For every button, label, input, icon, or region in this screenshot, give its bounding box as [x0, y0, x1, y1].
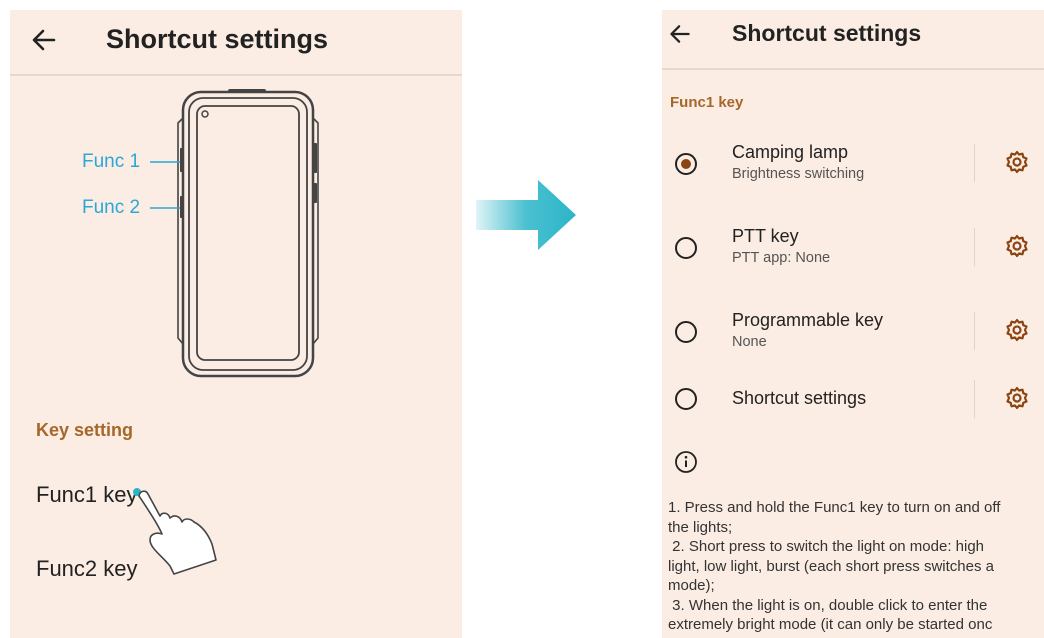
- func2-label: Func 2: [82, 197, 141, 218]
- gear-icon[interactable]: [1005, 234, 1029, 263]
- key-setting-header: Key setting: [36, 420, 134, 440]
- hand-pointer-icon: [133, 488, 217, 575]
- phone-illustration: [150, 89, 319, 378]
- func1-label: Func 1: [82, 151, 141, 172]
- option-camping-lamp[interactable]: Camping lamp Brightness switching: [662, 138, 1044, 198]
- divider: [974, 312, 975, 350]
- page-title: Shortcut settings: [732, 20, 922, 46]
- option-title: PTT key: [732, 226, 799, 246]
- gear-icon[interactable]: [1005, 386, 1029, 415]
- right-screen: Shortcut settings Func1 key Camping lamp…: [662, 10, 1044, 638]
- gear-icon[interactable]: [1005, 150, 1029, 179]
- option-subtitle: Brightness switching: [732, 166, 865, 182]
- app-bar: Shortcut settings: [10, 10, 462, 76]
- back-arrow-icon[interactable]: [30, 26, 58, 59]
- page-title: Shortcut settings: [106, 24, 329, 54]
- option-subtitle: PTT app: None: [732, 250, 831, 266]
- func1-key-item[interactable]: Func1 key: [36, 482, 138, 508]
- divider: [974, 228, 975, 266]
- radio-icon[interactable]: [675, 153, 697, 175]
- option-title: Camping lamp: [732, 142, 849, 162]
- option-title: Programmable key: [732, 310, 884, 330]
- back-arrow-icon[interactable]: [668, 22, 692, 51]
- option-programmable-key[interactable]: Programmable key None: [662, 306, 1044, 366]
- gear-icon[interactable]: [1005, 318, 1029, 347]
- instructions-text: 1. Press and hold the Func1 key to turn …: [668, 499, 1001, 638]
- option-subtitle: None: [732, 334, 767, 350]
- radio-icon[interactable]: [675, 388, 697, 410]
- radio-icon[interactable]: [675, 321, 697, 343]
- func1-key-header: Func1 key: [670, 94, 744, 111]
- option-ptt-key[interactable]: PTT key PTT app: None: [662, 222, 1044, 282]
- radio-icon[interactable]: [675, 237, 697, 259]
- left-screen: Shortcut settings Func 1 Func 2 Key sett…: [10, 10, 462, 638]
- transition-arrow-icon: [476, 180, 576, 250]
- info-icon: [674, 450, 698, 479]
- option-title: Shortcut settings: [732, 388, 867, 408]
- option-shortcut-settings[interactable]: Shortcut settings: [662, 378, 1044, 438]
- divider: [974, 380, 975, 418]
- func2-key-item[interactable]: Func2 key: [36, 556, 138, 582]
- app-bar: Shortcut settings: [662, 10, 1044, 70]
- divider: [974, 144, 975, 182]
